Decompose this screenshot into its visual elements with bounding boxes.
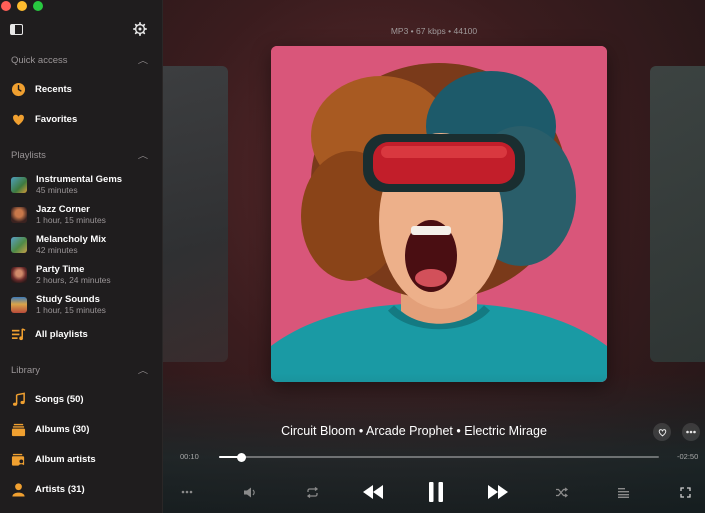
playlist-thumbnail — [11, 267, 27, 283]
ellipsis-icon — [181, 490, 193, 494]
playlist-item-study-sounds[interactable]: Study Sounds 1 hour, 15 minutes — [11, 294, 161, 316]
heart-outline-icon — [658, 428, 666, 436]
seek-bar-handle[interactable] — [236, 452, 246, 462]
sidebar-toggle-icon[interactable] — [10, 24, 23, 35]
queue-options-button[interactable] — [180, 482, 194, 502]
playlist-title: Study Sounds — [36, 294, 100, 305]
quick-access-title: Quick access — [11, 55, 68, 66]
sidebar-item-label: Favorites — [35, 114, 78, 125]
playlist-item-party-time[interactable]: Party Time 2 hours, 24 minutes — [11, 264, 161, 286]
sidebar: Quick access ︿ Recents Favorites Playlis… — [0, 0, 163, 513]
previous-track-button[interactable] — [361, 482, 385, 502]
sidebar-item-favorites[interactable]: Favorites — [11, 112, 151, 127]
repeat-icon — [306, 486, 318, 498]
playlist-thumbnail — [11, 207, 27, 223]
quick-access-header[interactable]: Quick access ︿ — [11, 55, 148, 66]
queue-button[interactable] — [615, 482, 631, 502]
time-remaining: -02:50 — [677, 452, 699, 461]
seek-bar[interactable] — [219, 452, 659, 462]
pause-button[interactable] — [425, 481, 447, 503]
next-track-button[interactable] — [486, 482, 510, 502]
playlist-duration: 42 minutes — [36, 245, 78, 255]
sidebar-item-all-playlists[interactable]: All playlists — [11, 327, 151, 342]
playlist-duration: 2 hours, 24 minutes — [36, 275, 111, 285]
playlist-item-jazz-corner[interactable]: Jazz Corner 1 hour, 15 minutes — [11, 204, 161, 226]
playlist-title: Jazz Corner — [36, 204, 90, 215]
clock-icon — [11, 82, 26, 97]
repeat-button[interactable] — [304, 482, 320, 502]
fast-forward-icon — [488, 485, 508, 499]
playlist-thumbnail — [11, 297, 27, 313]
sidebar-item-album-artists[interactable]: Album artists — [11, 452, 151, 467]
minimize-window-button[interactable] — [17, 1, 27, 11]
playlist-title: Party Time — [36, 264, 85, 275]
now-playing-title: Circuit Bloom • Arcade Prophet • Electri… — [281, 424, 547, 438]
library-title: Library — [11, 365, 41, 376]
sidebar-item-label: Albums (30) — [35, 424, 90, 435]
playlist-item-instrumental-gems[interactable]: Instrumental Gems 45 minutes — [11, 174, 161, 196]
sidebar-item-label: Album artists — [35, 454, 96, 465]
playlist-title: Instrumental Gems — [36, 174, 123, 185]
expand-icon — [679, 486, 691, 498]
audio-format-info: MP3 • 67 kbps • 44100 — [390, 26, 478, 36]
playlist-title: Melancholy Mix — [36, 234, 107, 245]
sidebar-item-albums[interactable]: Albums (30) — [11, 422, 151, 437]
heart-icon — [13, 114, 24, 126]
sidebar-item-recents[interactable]: Recents — [11, 82, 151, 97]
artwork-illustration — [271, 46, 607, 382]
sidebar-item-label: All playlists — [35, 329, 88, 340]
previous-album-artwork[interactable] — [163, 66, 228, 362]
sidebar-item-label: Recents — [35, 84, 72, 95]
volume-button[interactable] — [241, 482, 257, 502]
sidebar-item-songs[interactable]: Songs (50) — [11, 392, 151, 407]
favorite-button[interactable] — [653, 423, 671, 441]
next-album-artwork[interactable] — [650, 66, 705, 362]
playlist-thumbnail — [11, 177, 27, 193]
window-controls — [1, 1, 43, 11]
now-playing-view: MP3 • 67 kbps • 44100 Circuit Bloom • Ar… — [163, 0, 705, 513]
more-options-button[interactable] — [682, 423, 700, 441]
close-window-button[interactable] — [1, 1, 11, 11]
shuffle-icon — [555, 487, 568, 497]
person-icon — [12, 483, 25, 497]
playlists-title: Playlists — [11, 150, 46, 161]
ellipsis-icon — [686, 430, 696, 434]
playlist-duration: 1 hour, 15 minutes — [36, 215, 106, 225]
rewind-icon — [363, 485, 383, 499]
chevron-up-icon[interactable]: ︿ — [138, 55, 148, 66]
playlist-item-melancholy-mix[interactable]: Melancholy Mix 42 minutes — [11, 234, 161, 256]
album-artist-icon — [11, 453, 25, 467]
playlist-duration: 45 minutes — [36, 185, 78, 195]
chevron-up-icon[interactable]: ︿ — [138, 150, 148, 161]
sidebar-item-label: Artists (31) — [35, 484, 85, 495]
zoom-window-button[interactable] — [33, 1, 43, 11]
speaker-icon — [243, 487, 255, 497]
library-header[interactable]: Library ︿ — [11, 365, 148, 376]
sidebar-item-artists[interactable]: Artists (31) — [11, 482, 151, 497]
fullscreen-button[interactable] — [677, 482, 693, 502]
playlists-header[interactable]: Playlists ︿ — [11, 150, 148, 161]
queue-list-icon — [617, 487, 629, 498]
album-artwork — [271, 46, 607, 382]
pause-icon — [429, 482, 443, 502]
album-icon — [11, 423, 26, 437]
chevron-up-icon[interactable]: ︿ — [138, 365, 148, 376]
time-elapsed: 00:10 — [180, 452, 199, 461]
playlist-icon — [11, 328, 26, 341]
settings-gear-icon[interactable] — [133, 22, 147, 36]
music-note-icon — [12, 392, 25, 406]
sidebar-item-label: Songs (50) — [35, 394, 84, 405]
playlist-thumbnail — [11, 237, 27, 253]
shuffle-button[interactable] — [553, 482, 569, 502]
playlist-duration: 1 hour, 15 minutes — [36, 305, 106, 315]
